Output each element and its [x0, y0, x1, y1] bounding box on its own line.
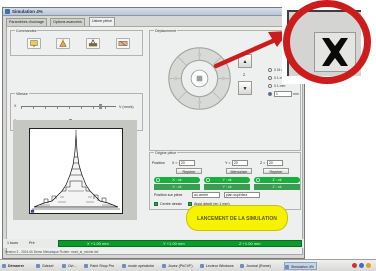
taskbar-item-6[interactable]: Lecteur Windows — [200, 262, 234, 270]
x-status-pill: X : ok — [154, 177, 200, 183]
app-icon — [5, 9, 10, 14]
desktop: Simulation 4% Paramètres d'usinage Optio… — [0, 0, 376, 271]
z-axis-label: Z — [243, 73, 246, 77]
step-radio-01a[interactable] — [268, 76, 272, 80]
y-origin-field[interactable]: 20 — [232, 160, 248, 166]
speed-slider[interactable] — [21, 104, 116, 109]
tray-red-icon — [352, 263, 357, 268]
x-origin-field[interactable]: 20 — [179, 160, 195, 166]
origin-group-label: Origine pièce — [154, 151, 178, 155]
close-button-zoom-callout — [282, 0, 372, 84]
speed-unit-label: V (mm/s) — [119, 105, 134, 109]
speed-axis-label: X — [14, 104, 17, 108]
origin-position-select[interactable]: au centre — [192, 192, 220, 198]
cut-button[interactable] — [116, 38, 130, 49]
taskbar-item-2[interactable]: Ovi ... — [62, 262, 77, 270]
preview-sheet — [29, 128, 123, 214]
y-status-pill: Y : ok — [204, 177, 250, 183]
taskbar-item-1[interactable]: Gdesel — [36, 262, 53, 270]
center-drawing-checkbox[interactable] — [154, 202, 158, 206]
start-button[interactable]: Démarrer — [2, 262, 24, 270]
launch-simulation-button[interactable]: LANCEMENT DE LA SIMULATION — [186, 205, 288, 231]
origin-position-label: Position sur pièce — [154, 193, 183, 197]
window-titlebar[interactable]: Simulation 4% — [3, 8, 304, 16]
tab-usiner-piece[interactable]: Usiner pièce — [89, 17, 115, 26]
tool-button[interactable] — [56, 38, 70, 49]
z-readout: Z +1.00 mm — [239, 241, 261, 246]
coordinates-bar: 1 tours Pré X +1.00 mm Y +1.00 mm Z +1.0… — [3, 239, 304, 248]
speed-slider-thumb[interactable] — [99, 104, 102, 109]
highlight-circle — [283, 0, 371, 84]
z-label: Z = — [260, 161, 266, 165]
step-radio-1[interactable] — [268, 92, 272, 96]
xy-jog-wheel[interactable] — [166, 45, 233, 112]
tool-icon — [59, 39, 67, 47]
status-bar: Version 3 - 2024-06 Demo Mécanique Fichi… — [5, 250, 99, 254]
position-readout: X +1.00 mm Y +1.00 mm Z +1.00 mm — [58, 240, 302, 247]
deposit-checkbox[interactable] — [188, 202, 192, 206]
x-status-bar: X : ok — [154, 184, 200, 190]
commands-group: Commandes — [10, 29, 143, 56]
x-readout: X +1.00 mm — [87, 241, 109, 246]
home-icon — [196, 75, 203, 82]
step-label-01b: 0.1 mm — [274, 84, 286, 88]
z-origin-field[interactable]: 20 — [267, 160, 283, 166]
memorize-button[interactable]: Mémoriser — [226, 168, 252, 174]
simulation-window: Simulation 4% Paramètres d'usinage Optio… — [2, 7, 305, 259]
speed-label: Vitesse — [15, 92, 29, 96]
commands-label: Commandes — [15, 29, 38, 33]
step-radio-01b[interactable] — [268, 84, 272, 88]
displacement-group: Déplacement ▲ Z ▼ 0.01 mm 0.1 mm 0.1 mm … — [149, 29, 301, 151]
turns-label: 1 tours — [7, 241, 18, 245]
y-status-bar: Y : ok — [204, 184, 250, 190]
z-status-pill: Z : ok — [254, 177, 300, 183]
mont-saint-michel-drawing — [30, 130, 120, 213]
x-label: X = — [172, 161, 178, 165]
step-value-field[interactable]: 1 — [274, 91, 292, 97]
tab-advanced-options[interactable]: Options avancées — [50, 18, 85, 26]
step-radio-001[interactable] — [268, 68, 272, 72]
tab-usinage-params[interactable]: Paramètres d'usinage — [6, 18, 47, 26]
y-readout: Y +1.00 mm — [163, 241, 185, 246]
z-up-button[interactable]: ▲ — [238, 54, 252, 68]
window-title: Simulation 4% — [12, 9, 43, 14]
corner-plane-select[interactable]: plan supérieur — [224, 192, 260, 198]
locate-x-button[interactable]: Repérer — [176, 168, 202, 174]
step-unit-label: mm — [293, 92, 299, 96]
piece-preview — [13, 120, 137, 220]
tray-blue-icon — [359, 263, 364, 268]
y-label: Y = — [225, 161, 231, 165]
locate-z-button[interactable]: Repérer — [263, 168, 289, 174]
taskbar-item-simulation[interactable]: Simulation 4% — [284, 262, 317, 270]
z-down-button[interactable]: ▼ — [238, 81, 252, 95]
engrave-icon — [88, 39, 98, 47]
system-tray — [352, 262, 374, 270]
cut-icon — [118, 41, 128, 46]
pre-label: Pré — [29, 241, 35, 245]
taskbar-item-7[interactable]: Journal (Rome) — [240, 262, 271, 270]
z-status-bar: Z : ok — [254, 184, 300, 190]
drill-icon — [30, 40, 38, 48]
position-label: Position — [152, 161, 165, 165]
taskbar-item-4[interactable]: mode opératoire — [122, 262, 154, 270]
engrave-button[interactable] — [86, 38, 100, 49]
taskbar-item-3[interactable]: Paint Shop Pro — [84, 262, 114, 270]
displacement-label: Déplacement — [154, 29, 178, 33]
drill-button[interactable] — [27, 38, 41, 49]
tray-yellow-icon — [366, 263, 371, 268]
taskbar-item-5[interactable]: Jouez (PhCVF) — [162, 262, 193, 270]
center-drawing-label: Centre dessin — [160, 202, 183, 206]
origin-group: Origine pièce Position X = 20 Y = 20 Z =… — [149, 151, 301, 210]
taskbar: Démarrer Gdesel Ovi ... Paint Shop Pro m… — [0, 259, 376, 271]
